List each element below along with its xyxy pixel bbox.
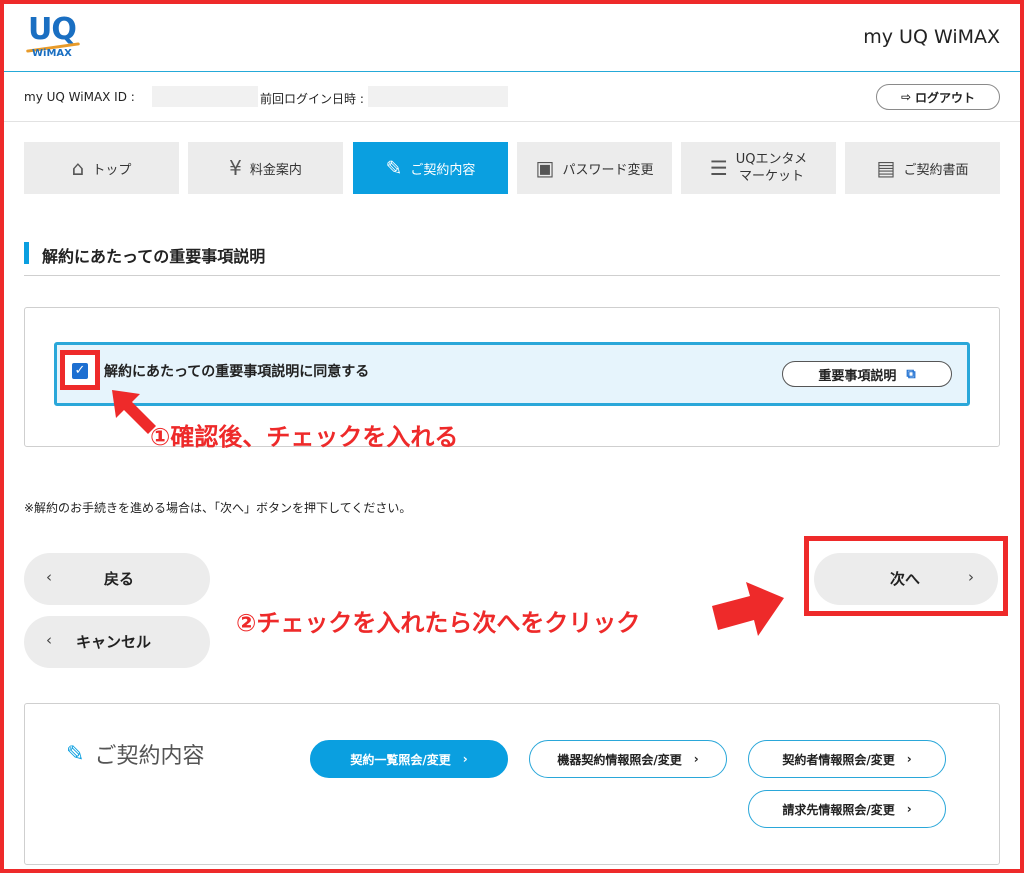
back-label: 戻る — [104, 570, 135, 588]
last-login-value — [368, 86, 508, 107]
section-accent-bar — [24, 242, 29, 264]
cancel-button[interactable]: ‹ キャンセル — [24, 616, 210, 668]
chevron-right-icon: › — [906, 802, 912, 816]
home-icon: ⌂ — [71, 156, 85, 180]
document-icon: ▤ — [876, 156, 896, 180]
tab-label: ご契約書面 — [903, 162, 969, 178]
agree-label: 解約にあたっての重要事項説明に同意する — [104, 364, 370, 380]
logo-text: UQ — [28, 12, 77, 47]
tab-label-line2: マーケット — [738, 169, 804, 184]
back-button[interactable]: ‹ 戻る — [24, 553, 210, 605]
tab-entame-market[interactable]: ☰ UQエンタメ マーケット — [681, 142, 836, 194]
chevron-left-icon: ‹ — [46, 568, 52, 586]
lock-icon: ▣ — [535, 156, 555, 180]
link-label: 契約一覧照会/変更 — [350, 752, 451, 767]
link-label: 機器契約情報照会/変更 — [557, 752, 682, 767]
chevron-right-icon: › — [693, 752, 699, 766]
last-login-label: 前回ログイン日時 : — [260, 92, 364, 106]
tab-label: UQエンタメ マーケット — [736, 151, 807, 185]
account-info-bar: my UQ WiMAX ID : 前回ログイン日時 : ⇨ ログアウト — [4, 72, 1020, 122]
logout-button[interactable]: ⇨ ログアウト — [876, 84, 1000, 110]
contract-menu-panel — [24, 703, 1000, 865]
cancel-label: キャンセル — [76, 633, 152, 651]
edit-icon: ✎ — [385, 156, 403, 180]
yen-icon: ¥ — [229, 156, 242, 180]
annotation-highlight-checkbox: ✓ — [60, 350, 100, 390]
tab-label: 料金案内 — [249, 162, 302, 178]
agree-checkbox[interactable]: ✓ — [72, 363, 88, 379]
contractor-info-button[interactable]: 契約者情報照会/変更 › — [748, 740, 946, 778]
link-label: 契約者情報照会/変更 — [782, 752, 895, 767]
chevron-right-icon: › — [968, 568, 974, 586]
logout-icon: ⇨ — [900, 90, 912, 104]
list-gear-icon: ☰ — [709, 156, 728, 180]
contract-menu-title-text: ご契約内容 — [94, 744, 205, 769]
tab-label-line1: UQエンタメ — [735, 152, 808, 167]
id-label: my UQ WiMAX ID : — [24, 90, 135, 104]
instruction-note: ※解約のお手続きを進める場合は、「次へ」ボタンを押下してください。 — [24, 501, 412, 515]
tab-label: トップ — [92, 162, 132, 178]
pencil-icon: ✎ — [66, 741, 85, 767]
next-button[interactable]: 次へ › — [814, 553, 998, 605]
tab-label: パスワード変更 — [562, 162, 654, 178]
id-value — [152, 86, 258, 107]
contract-menu-title: ✎ ご契約内容 — [66, 738, 204, 770]
tab-password[interactable]: ▣ パスワード変更 — [517, 142, 672, 194]
chevron-right-icon: › — [462, 752, 468, 766]
chevron-left-icon: ‹ — [46, 631, 52, 649]
page-title: 解約にあたっての重要事項説明 — [42, 247, 266, 266]
tab-contract[interactable]: ✎ ご契約内容 — [353, 142, 508, 194]
annotation-arrow-icon — [712, 582, 784, 636]
next-label: 次へ — [890, 570, 921, 588]
section-header: 解約にあたっての重要事項説明 — [24, 240, 1000, 276]
annotation-step1: ①確認後、チェックを入れる — [150, 423, 459, 451]
link-label: 請求先情報照会/変更 — [782, 802, 895, 817]
billing-info-button[interactable]: 請求先情報照会/変更 › — [748, 790, 946, 828]
uq-wimax-logo[interactable]: UQ WiMAX — [26, 12, 86, 64]
logout-label: ログアウト — [915, 90, 976, 105]
tab-label: ご契約内容 — [410, 162, 476, 178]
chevron-right-icon: › — [906, 752, 912, 766]
contract-list-button[interactable]: 契約一覧照会/変更 › — [310, 740, 508, 778]
tab-top[interactable]: ⌂ トップ — [24, 142, 179, 194]
tab-contract-documents[interactable]: ▤ ご契約書面 — [845, 142, 1000, 194]
external-window-icon: ⧉ — [906, 366, 916, 382]
tab-pricing[interactable]: ¥ 料金案内 — [188, 142, 343, 194]
device-contract-button[interactable]: 機器契約情報照会/変更 › — [529, 740, 727, 778]
site-header: UQ WiMAX my UQ WiMAX — [4, 4, 1020, 72]
important-notice-label: 重要事項説明 — [818, 368, 897, 384]
logo-subtext: WiMAX — [32, 48, 72, 59]
annotation-step2: ②チェックを入れたら次へをクリック — [236, 609, 641, 637]
important-notice-button[interactable]: 重要事項説明 ⧉ — [782, 361, 952, 387]
brand-title: my UQ WiMAX — [863, 26, 1000, 48]
